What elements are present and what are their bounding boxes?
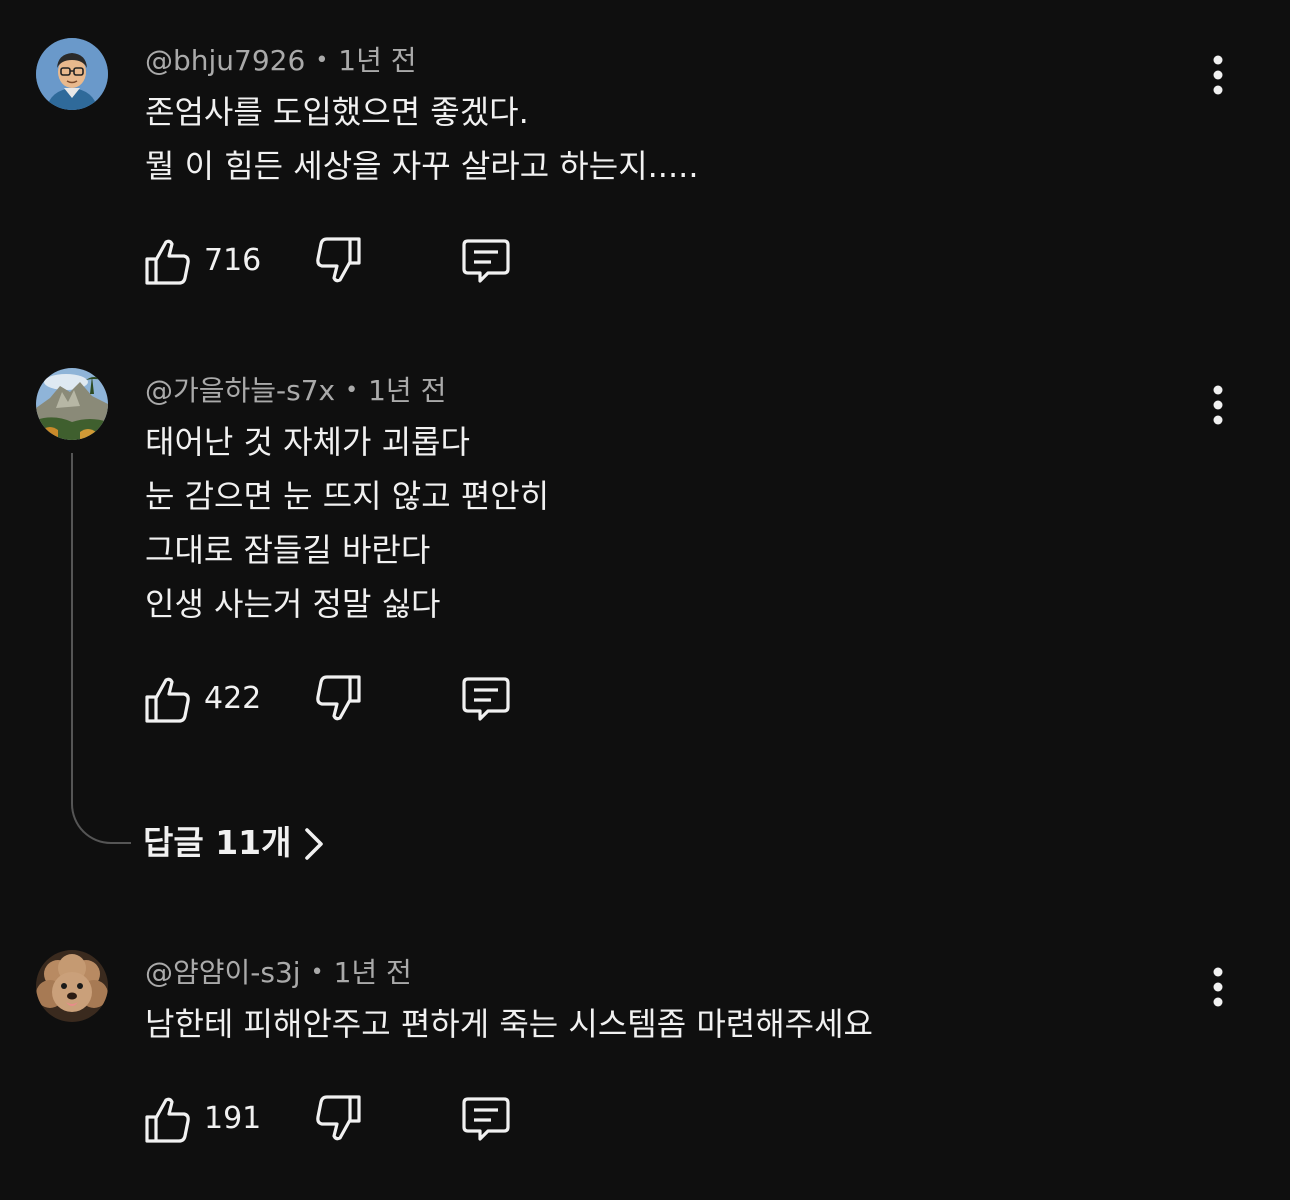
meta-separator: • [315,48,329,73]
thumbs-up-icon [145,677,190,723]
avatar[interactable] [36,38,108,110]
mountain-landscape-avatar-icon [36,368,108,440]
like-button[interactable]: 716 [140,233,270,289]
poodle-dog-avatar-icon [36,950,108,1022]
like-button[interactable]: 422 [140,671,270,727]
comment-time[interactable]: 1년 전 [368,374,446,407]
like-button[interactable]: 191 [140,1091,270,1147]
more-vert-icon [1213,55,1223,95]
comment-meta: @bhju7926 • 1년 전 [145,44,417,78]
like-count: 422 [204,681,262,716]
reply-icon [462,677,510,721]
comment-time[interactable]: 1년 전 [334,956,412,989]
comment-line: 태어난 것 자체가 괴롭다 [145,423,470,461]
comment-text: 태어난 것 자체가 괴롭다 눈 감으면 눈 뜨지 않고 편안히 그대로 잠들길 … [145,415,549,631]
comment-line: 뭘 이 힘든 세상을 자꾸 살라고 하는지..... [145,147,699,185]
more-vert-icon [1213,967,1223,1007]
comment-text: 남한테 피해안주고 편하게 죽는 시스템좀 마련해주세요 [145,997,873,1051]
comment-menu-button[interactable] [1196,53,1240,97]
comment-menu-button[interactable] [1196,383,1240,427]
comment-menu-button[interactable] [1196,965,1240,1009]
meta-separator: • [345,378,359,403]
comment-text: 존엄사를 도입했으면 좋겠다. 뭘 이 힘든 세상을 자꾸 살라고 하는지...… [145,85,699,193]
more-vert-icon [1213,385,1223,425]
dislike-button[interactable] [310,1091,366,1147]
comment-meta: @가을하늘-s7x • 1년 전 [145,374,446,408]
thumbs-down-icon [316,1095,361,1141]
comment-author[interactable]: @가을하늘-s7x [145,374,335,407]
dislike-button[interactable] [310,233,366,289]
like-count: 191 [204,1101,262,1136]
reply-button[interactable] [458,233,514,289]
thumbs-down-icon [316,675,361,721]
comment-author[interactable]: @얌얌이-s3j [145,956,301,989]
like-count: 716 [204,243,262,278]
reply-button[interactable] [458,1091,514,1147]
avatar[interactable] [36,368,108,440]
thumbs-up-icon [145,1097,190,1143]
view-replies-button[interactable]: 답글 11개 [143,820,323,866]
thumbs-up-icon [145,239,190,285]
chevron-right-icon [305,828,323,860]
comment-author[interactable]: @bhju7926 [145,44,305,77]
comment-line: 눈 감으면 눈 뜨지 않고 편안히 [145,477,550,515]
comment-line: 남한테 피해안주고 편하게 죽는 시스템좀 마련해주세요 [145,1005,873,1043]
comment-line: 존엄사를 도입했으면 좋겠다. [145,93,529,131]
comment-line: 인생 사는거 정말 싫다 [145,585,441,623]
meta-separator: • [310,960,324,985]
thumbs-down-icon [316,237,361,283]
reply-icon [462,239,510,283]
comment-time[interactable]: 1년 전 [338,44,416,77]
cartoon-man-avatar-icon [36,38,108,110]
replies-label: 답글 11개 [143,823,292,862]
reply-icon [462,1097,510,1141]
dislike-button[interactable] [310,671,366,727]
comment-meta: @얌얌이-s3j • 1년 전 [145,956,412,990]
thread-line [71,453,131,844]
comment-line: 그대로 잠들길 바란다 [145,531,431,569]
avatar[interactable] [36,950,108,1022]
reply-button[interactable] [458,671,514,727]
